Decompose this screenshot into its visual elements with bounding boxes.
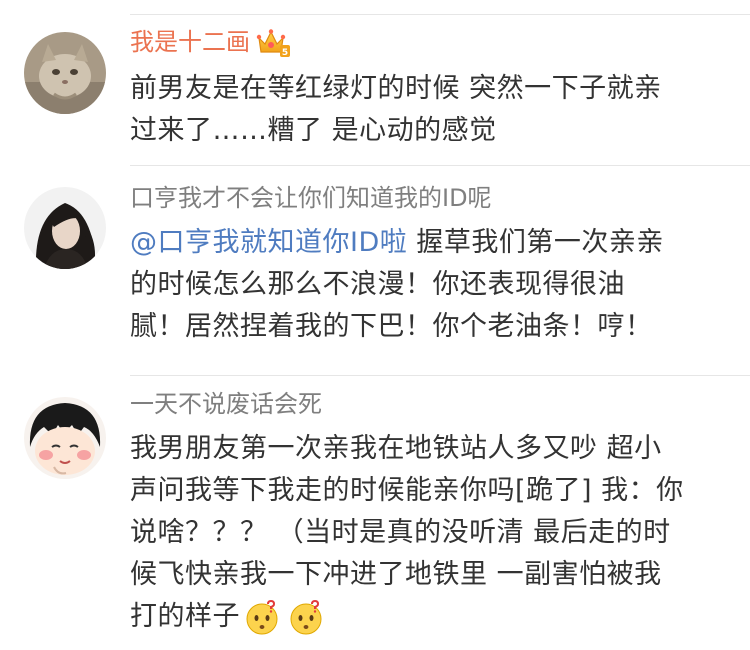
divider: [130, 165, 750, 166]
comment-text: 前男友是在等红绿灯的时候 突然一下子就亲 过来了……糟了 是心动的感觉: [130, 68, 730, 152]
avatar[interactable]: [24, 187, 106, 269]
vip-crown-icon: 5: [256, 28, 290, 58]
comment-line: 声问我等下我走的时候能亲你吗[跪了] 我：你: [130, 475, 684, 506]
comment-item: 一天不说废话会死 我男朋友第一次亲我在地铁站人多又吵 超小 声问我等下我走的时候…: [0, 375, 750, 650]
username-label[interactable]: 我是十二画: [130, 28, 250, 56]
comment-text: 我男朋友第一次亲我在地铁站人多又吵 超小 声问我等下我走的时候能亲你吗[跪了] …: [130, 428, 730, 638]
comment-text: @口亨我就知道你ID啦 握草我们第一次亲亲 的时候怎么那么不浪漫！你还表现得很油…: [130, 222, 730, 348]
confused-face-icon: [244, 599, 280, 636]
comment-line: 打的样子: [130, 596, 730, 638]
username[interactable]: 一天不说废话会死: [130, 389, 322, 419]
comment-item: 口亨我才不会让你们知道我的ID呢 @口亨我就知道你ID啦 握草我们第一次亲亲 的…: [0, 165, 750, 375]
comment-line: @口亨我就知道你ID啦 握草我们第一次亲亲: [130, 222, 730, 264]
avatar[interactable]: [24, 397, 106, 479]
mention-link[interactable]: @口亨我就知道你ID啦: [130, 227, 407, 258]
comment-line: 腻！居然捏着我的下巴！你个老油条！哼！: [130, 311, 653, 342]
comment-line: 的时候怎么那么不浪漫！你还表现得很油: [130, 269, 625, 300]
comment-line: 我男朋友第一次亲我在地铁站人多又吵 超小: [130, 433, 662, 464]
divider: [130, 375, 750, 376]
comment-line: 说啥？？？ （当时是真的没听清 最后走的时: [130, 517, 671, 548]
comment-line: 前男友是在等红绿灯的时候 突然一下子就亲: [130, 73, 662, 104]
avatar[interactable]: [24, 32, 106, 114]
confused-face-icon: [288, 599, 324, 636]
comment-item: 我是十二画 5 前男友是在等红绿灯的时候 突然一下子就亲 过来了……糟了 是心动…: [0, 0, 750, 165]
username[interactable]: 口亨我才不会让你们知道我的ID呢: [130, 183, 492, 213]
comment-line: 过来了……糟了 是心动的感觉: [130, 115, 497, 146]
divider: [130, 14, 750, 15]
svg-text:5: 5: [282, 48, 288, 58]
comment-line: 候飞快亲我一下冲进了地铁里 一副害怕被我: [130, 559, 662, 590]
comment-line-rest: 握草我们第一次亲亲: [407, 227, 664, 258]
comment-line-text: 打的样子: [130, 601, 240, 632]
username[interactable]: 我是十二画 5: [130, 27, 290, 58]
